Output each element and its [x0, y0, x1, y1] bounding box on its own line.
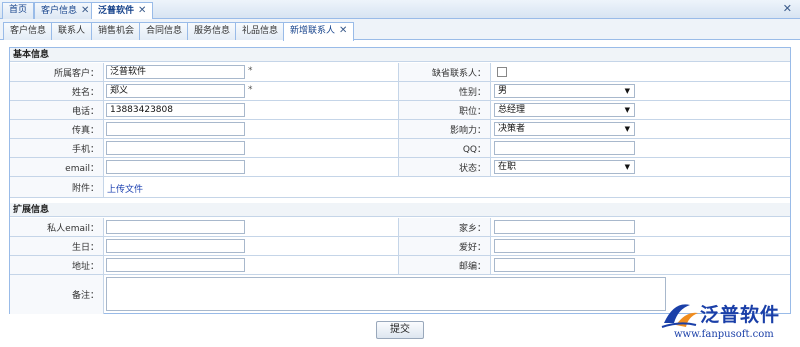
- close-icon[interactable]: ✕: [81, 3, 89, 18]
- remark-label: 备注：: [10, 275, 104, 314]
- tab-label: 礼品信息: [242, 26, 279, 36]
- birthday-input[interactable]: [106, 239, 245, 253]
- hobby-input[interactable]: [494, 239, 635, 253]
- qq-label: QQ：: [398, 139, 491, 157]
- logo-text: 泛普软件: [700, 304, 781, 326]
- mobile-input[interactable]: [106, 141, 245, 155]
- logo-mark-icon: [661, 304, 698, 328]
- close-all-icon[interactable]: ✕: [783, 2, 792, 15]
- required-star: *: [248, 66, 253, 76]
- position-select[interactable]: 总经理 ▼: [494, 103, 635, 117]
- private-email-label: 私人email：: [10, 218, 104, 236]
- status-select[interactable]: 在职 ▼: [494, 160, 635, 174]
- form-row: 电话： 13883423808 职位： 总经理 ▼: [10, 101, 790, 120]
- form-row: 地址： 邮编：: [10, 256, 790, 275]
- tab-fanpu[interactable]: 泛普软件 ✕: [91, 2, 154, 20]
- form-row: 私人email： 家乡：: [10, 218, 790, 237]
- private-email-input[interactable]: [106, 220, 245, 234]
- form-row: 传真： 影响力： 决策者 ▼: [10, 120, 790, 139]
- tab-label: 合同信息: [146, 26, 183, 36]
- default-contact-checkbox[interactable]: [497, 67, 507, 77]
- position-label: 职位：: [398, 101, 491, 119]
- gender-value: 男: [498, 86, 508, 96]
- chevron-down-icon: ▼: [624, 87, 630, 95]
- form-row: 所属客户： 泛普软件 * 缺省联系人：: [10, 63, 790, 82]
- position-value: 总经理: [498, 105, 526, 115]
- subtab-customer-info[interactable]: 客户信息: [3, 22, 54, 40]
- mobile-label: 手机：: [10, 139, 104, 157]
- form-row: email： 状态： 在职 ▼: [10, 158, 790, 177]
- form-row: 生日： 爱好：: [10, 237, 790, 256]
- tab-label: 客户信息: [10, 26, 47, 36]
- phone-label: 电话：: [10, 101, 104, 119]
- influence-label: 影响力：: [398, 120, 491, 138]
- zipcode-label: 邮编：: [398, 256, 491, 274]
- tab-label: 客户信息: [41, 6, 78, 16]
- close-icon[interactable]: ✕: [138, 3, 146, 18]
- gender-label: 性别：: [398, 82, 491, 100]
- email-input[interactable]: [106, 160, 245, 174]
- subtab-contract-info[interactable]: 合同信息: [139, 22, 190, 40]
- email-label: email：: [10, 158, 104, 176]
- submit-button[interactable]: 提交: [376, 321, 424, 339]
- top-tab-bar: 首页 客户信息 ✕ 泛普软件 ✕ ✕: [0, 0, 800, 20]
- sub-tab-bar: 客户信息 联系人 销售机会 合同信息 服务信息 礼品信息 新增联系人 ✕: [0, 19, 800, 41]
- customer-label: 所属客户：: [10, 63, 104, 81]
- hometown-label: 家乡：: [398, 218, 491, 236]
- fanpusoft-logo: 泛普软件 www.fanpusoft.com: [660, 298, 800, 347]
- upload-file-link[interactable]: 上传文件: [107, 182, 143, 195]
- tab-label: 新增联系人: [290, 26, 336, 36]
- attachment-label: 附件：: [10, 177, 104, 197]
- form-row: 姓名： 郑义 * 性别： 男 ▼: [10, 82, 790, 101]
- tab-label: 销售机会: [98, 26, 135, 36]
- tab-customer-info[interactable]: 客户信息 ✕: [34, 2, 97, 19]
- address-input[interactable]: [106, 258, 245, 272]
- remark-textarea[interactable]: [106, 277, 666, 311]
- chevron-down-icon: ▼: [624, 106, 630, 114]
- subtab-contacts[interactable]: 联系人: [51, 22, 93, 40]
- logo-url: www.fanpusoft.com: [674, 329, 774, 340]
- customer-input[interactable]: 泛普软件: [106, 65, 245, 79]
- influence-select[interactable]: 决策者 ▼: [494, 122, 635, 136]
- tab-label: 首页: [9, 5, 28, 15]
- close-icon[interactable]: ✕: [339, 23, 347, 39]
- chevron-down-icon: ▼: [624, 163, 630, 171]
- address-label: 地址：: [10, 256, 104, 274]
- subtab-gift-info[interactable]: 礼品信息: [235, 22, 286, 40]
- subtab-service-info[interactable]: 服务信息: [187, 22, 238, 40]
- tab-label: 服务信息: [194, 26, 231, 36]
- name-label: 姓名：: [10, 82, 104, 100]
- hometown-input[interactable]: [494, 220, 635, 234]
- zipcode-input[interactable]: [494, 258, 635, 272]
- form-row: 手机： QQ：: [10, 139, 790, 158]
- qq-input[interactable]: [494, 141, 635, 155]
- phone-input[interactable]: 13883423808: [106, 103, 245, 117]
- form-row: 附件： 上传文件: [10, 177, 790, 198]
- tab-label: 泛普软件: [98, 6, 135, 16]
- tab-label: 联系人: [58, 26, 86, 36]
- default-contact-label: 缺省联系人：: [398, 63, 491, 81]
- section-title-extended: 扩展信息: [10, 203, 790, 217]
- contact-form: 基本信息 所属客户： 泛普软件 * 缺省联系人： 姓名： 郑义 * 性别： 男 ▼…: [9, 47, 791, 314]
- status-value: 在职: [498, 162, 517, 172]
- subtab-sales-opportunity[interactable]: 销售机会: [91, 22, 142, 40]
- fax-label: 传真：: [10, 120, 104, 138]
- required-star: *: [248, 85, 253, 95]
- status-label: 状态：: [398, 158, 491, 176]
- section-title-basic: 基本信息: [10, 48, 790, 62]
- fax-input[interactable]: [106, 122, 245, 136]
- gender-select[interactable]: 男 ▼: [494, 84, 635, 98]
- birthday-label: 生日：: [10, 237, 104, 255]
- name-input[interactable]: 郑义: [106, 84, 245, 98]
- subtab-new-contact[interactable]: 新增联系人 ✕: [283, 22, 355, 41]
- chevron-down-icon: ▼: [624, 125, 630, 133]
- tab-home[interactable]: 首页: [2, 2, 35, 19]
- hobby-label: 爱好：: [398, 237, 491, 255]
- influence-value: 决策者: [498, 124, 526, 134]
